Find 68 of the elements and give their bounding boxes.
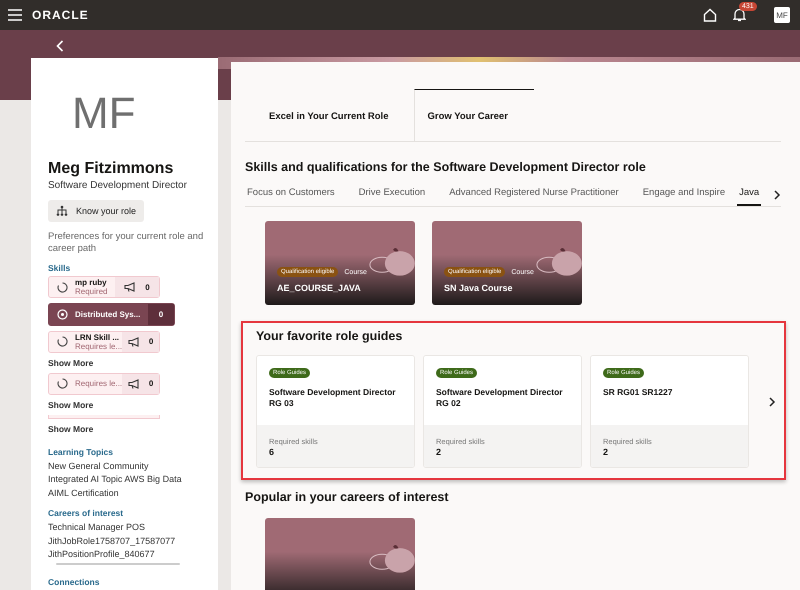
show-more-link[interactable]: Show More: [48, 400, 94, 410]
role-guide-title: Software Development Director RG 02: [436, 387, 564, 409]
career-link[interactable]: JithPositionProfile_840677: [48, 548, 176, 561]
learning-topic-link[interactable]: AIML Certification: [48, 486, 119, 500]
preferences-text: Preferences for your current role and career path: [48, 231, 204, 255]
role-guide-title: Software Development Director RG 03: [269, 387, 397, 409]
skill-tab[interactable]: Java: [737, 184, 762, 206]
course-title: AE_COURSE_JAVA: [277, 283, 362, 293]
skill-tab[interactable]: Drive Execution: [346, 184, 438, 206]
skill-name: LRN Skill ...: [75, 332, 120, 342]
back-icon[interactable]: [56, 40, 64, 52]
progress-icon: [57, 336, 68, 348]
know-your-role-button[interactable]: Know your role: [48, 200, 144, 222]
required-skills-count: 2: [436, 447, 442, 457]
tab[interactable]: Grow Your Career: [414, 89, 534, 141]
menu-icon[interactable]: [8, 9, 22, 21]
learning-topic-link[interactable]: New General Community: [48, 460, 149, 472]
skill-count: 0: [148, 379, 154, 388]
skill-count: 0: [145, 282, 150, 292]
progress-icon: [57, 378, 68, 390]
chevron-right-icon[interactable]: [773, 190, 782, 200]
skill-note: Requires le...: [75, 342, 122, 351]
section-heading: Your favorite role guides: [256, 329, 404, 343]
skill-note: Requires le...: [75, 379, 122, 388]
skill-card[interactable]: mp ruby Required 0: [48, 276, 160, 298]
skill-card[interactable]: LRN Skill ... Requires le... 0: [48, 330, 160, 353]
target-icon: [57, 308, 68, 320]
progress-icon: [57, 282, 68, 293]
learning-topic-link[interactable]: Integrated AI Topic AWS Big Data: [48, 473, 182, 486]
required-skills-count: 6: [269, 447, 276, 457]
career-link[interactable]: Technical Manager POS: [48, 521, 176, 534]
skill-card[interactable]: Requires le... 0: [48, 372, 160, 396]
show-more-link[interactable]: Show More: [48, 358, 94, 368]
tab[interactable]: Excel in Your Current Role: [255, 89, 414, 141]
skill-name: Distributed Sys...: [75, 310, 140, 319]
hierarchy-icon: [56, 205, 68, 217]
skill-name: mp ruby: [75, 278, 108, 288]
scrollbar[interactable]: [56, 562, 180, 565]
logo[interactable]: ORACLE: [32, 8, 89, 22]
bell-icon[interactable]: [733, 8, 746, 22]
megaphone-icon: [128, 378, 140, 389]
skill-count: 0: [148, 337, 154, 346]
role-guide-title: SR RG01 SR1227: [603, 387, 672, 398]
skill-count: 0: [158, 310, 164, 319]
home-icon[interactable]: [703, 8, 717, 22]
course-card[interactable]: [265, 518, 415, 590]
skill-card[interactable]: Distributed Sys... 0: [48, 303, 175, 326]
course-title: SN Java Course: [444, 283, 514, 293]
career-link[interactable]: JithJobRole1758707_17587077: [48, 534, 176, 548]
section-heading: Popular in your careers of interest: [245, 490, 449, 504]
skill-tab[interactable]: Focus on Customers: [245, 184, 347, 206]
skill-note: Required: [75, 287, 108, 296]
chevron-right-icon[interactable]: [768, 397, 776, 407]
section-label: Connections: [48, 577, 100, 587]
section-label: Skills: [48, 263, 70, 273]
section-label: Careers of interest: [48, 508, 124, 518]
section-heading: Skills and qualifications for the Software Development Director role: [245, 160, 646, 174]
required-skills-count: 2: [603, 447, 610, 457]
profile-name: Meg Fitzimmons: [48, 160, 174, 178]
show-more-link[interactable]: Show More: [48, 424, 94, 434]
megaphone-icon: [124, 282, 136, 292]
megaphone-icon: [128, 336, 140, 347]
profile-initials: MF: [72, 92, 136, 136]
skill-tab[interactable]: Engage and Inspire: [630, 184, 738, 206]
skill-tab[interactable]: Advanced Registered Nurse Practitioner: [437, 184, 631, 206]
section-label: Learning Topics: [48, 446, 114, 457]
user-avatar[interactable]: MF: [774, 7, 790, 23]
profile-title: Software Development Director: [48, 180, 187, 191]
